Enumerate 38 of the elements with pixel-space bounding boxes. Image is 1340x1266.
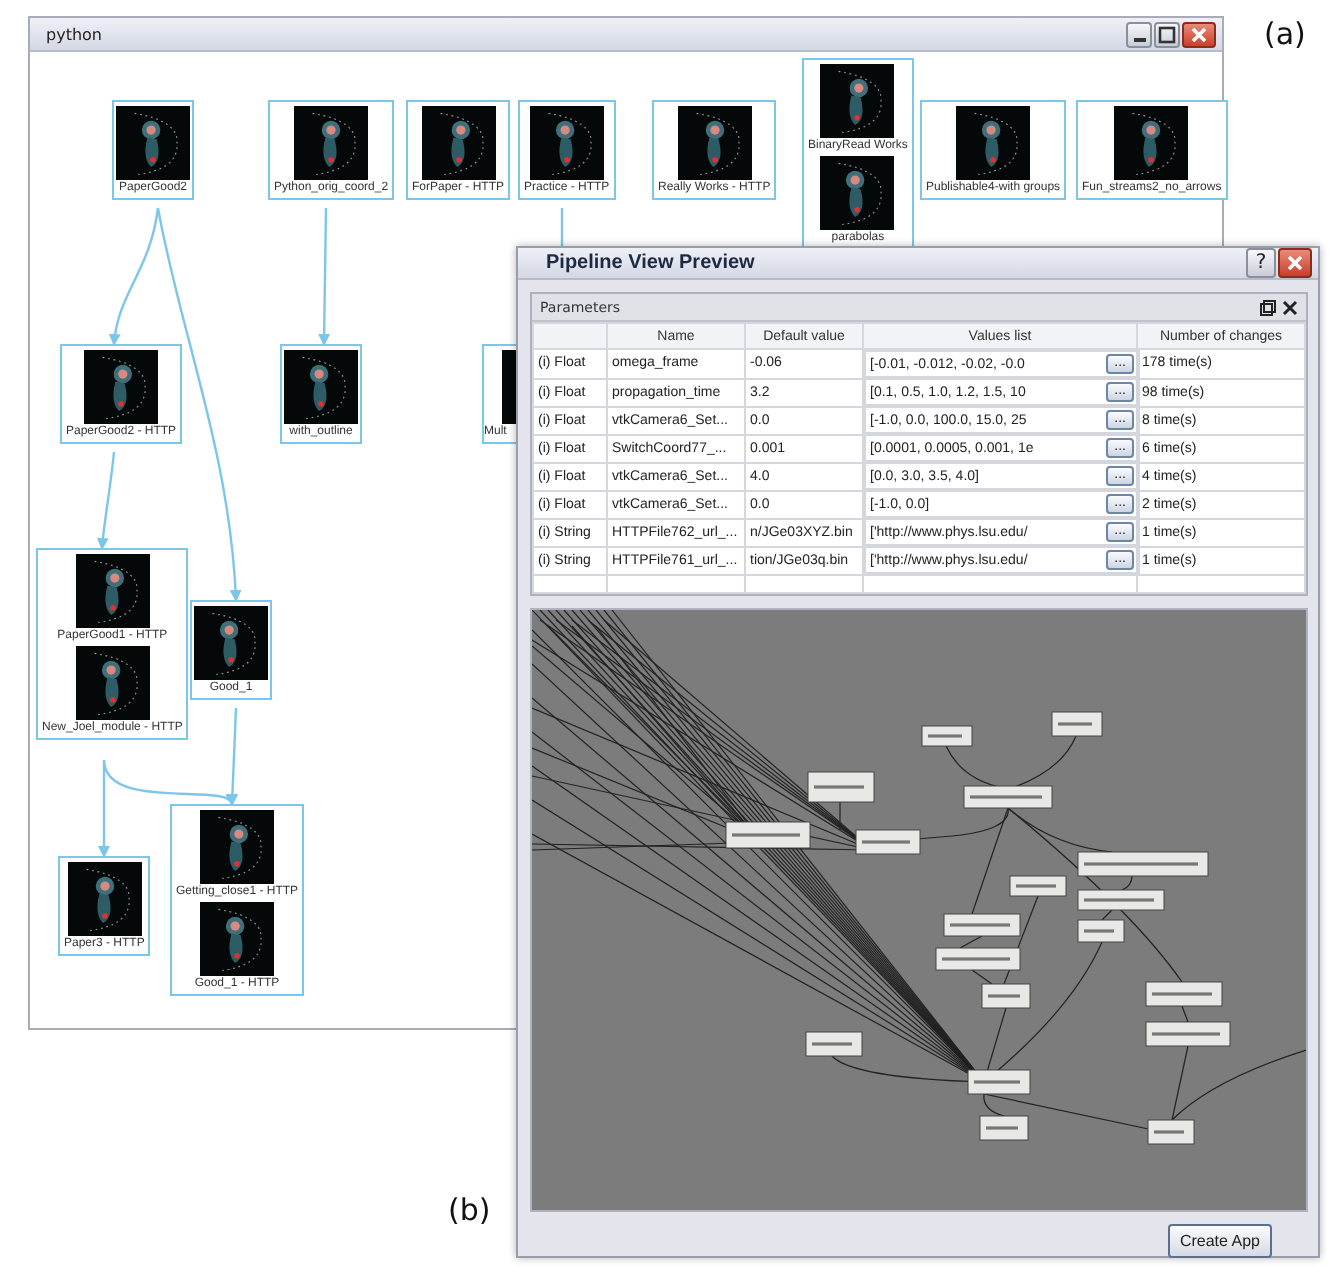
- graph-node[interactable]: [943, 913, 1021, 937]
- graph-node[interactable]: [725, 821, 811, 849]
- graph-node[interactable]: [1077, 919, 1125, 943]
- connector: [318, 208, 331, 346]
- connector: [96, 451, 116, 550]
- help-button[interactable]: ?: [1246, 248, 1276, 278]
- graph-node[interactable]: [963, 785, 1053, 809]
- graph-node[interactable]: [1051, 711, 1103, 737]
- graph-node[interactable]: [807, 771, 875, 803]
- graph-node[interactable]: [935, 947, 1021, 971]
- graph-node[interactable]: [1077, 851, 1209, 877]
- minimize-button[interactable]: [1126, 21, 1152, 47]
- maximize-button[interactable]: [1154, 21, 1180, 47]
- close-icon[interactable]: [1282, 299, 1298, 315]
- graph-node[interactable]: [967, 1069, 1031, 1095]
- dialog-title: Pipeline View Preview: [546, 252, 755, 274]
- graph-node[interactable]: [1145, 981, 1223, 1007]
- maximize-icon: [1158, 25, 1176, 43]
- close-icon: [1286, 254, 1304, 272]
- panel-label: (b): [448, 1192, 491, 1228]
- graph-node[interactable]: [1145, 1021, 1231, 1047]
- close-button[interactable]: [1278, 248, 1312, 278]
- graph-node[interactable]: [981, 983, 1031, 1009]
- graph-node[interactable]: [921, 725, 973, 747]
- graph-node[interactable]: [805, 1031, 863, 1057]
- connector-line: [1181, 1005, 1189, 1023]
- float-icon[interactable]: [1260, 299, 1276, 315]
- close-button[interactable]: [1182, 21, 1216, 47]
- window-title: python: [46, 25, 102, 43]
- create-app-button[interactable]: Create App: [1167, 1224, 1272, 1258]
- panel-label: (a): [1264, 16, 1306, 52]
- graph-node[interactable]: [1147, 1119, 1195, 1145]
- graph-node[interactable]: [979, 1115, 1029, 1141]
- minimize-icon: [1133, 37, 1145, 41]
- graph-node[interactable]: [1077, 889, 1165, 911]
- close-icon: [1190, 25, 1208, 43]
- graph-node[interactable]: [855, 829, 921, 855]
- graph-node[interactable]: [1009, 875, 1067, 897]
